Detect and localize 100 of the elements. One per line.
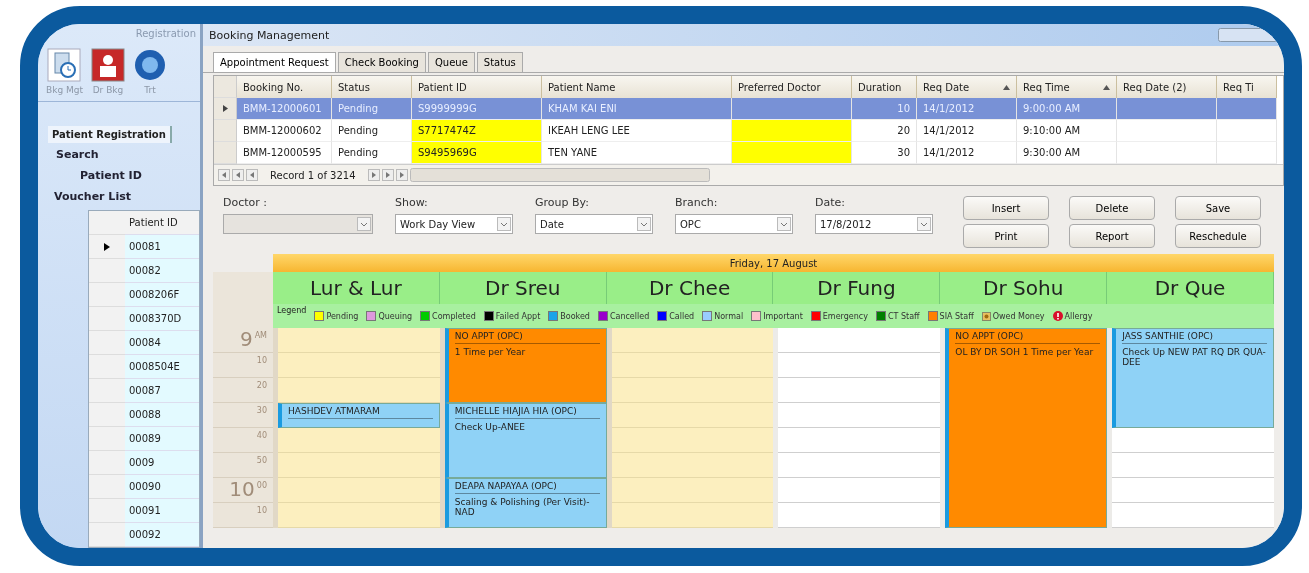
table-cell: 00088 bbox=[125, 403, 199, 427]
appointment-card[interactable]: MICHELLE HIAJIA HIA (OPC) Check Up-ANEE bbox=[444, 403, 607, 478]
appointment-note: Check Up-ANEE bbox=[454, 421, 526, 432]
table-cell: 00090 bbox=[125, 475, 199, 499]
nav-back-icon[interactable] bbox=[232, 169, 244, 181]
appointment-card[interactable]: HASHDEV ATMARAM bbox=[278, 403, 440, 428]
section-title: Search bbox=[55, 147, 100, 163]
appointment-note: 1 Time per Year bbox=[454, 346, 527, 357]
nav-forward-icon[interactable] bbox=[395, 169, 408, 181]
minute-label: 20 bbox=[256, 380, 267, 390]
hour-label: 9 bbox=[239, 328, 253, 350]
filter-label: Show: bbox=[395, 196, 429, 209]
filter-label: Date: bbox=[815, 196, 846, 209]
appointment-note: Check Up NEW PAT RQ DR QUA-DEE bbox=[1122, 346, 1267, 367]
legend-item: Cancelled bbox=[597, 311, 650, 321]
globe-icon bbox=[132, 48, 167, 82]
nav-forward-icon[interactable] bbox=[367, 169, 380, 181]
table-cell bbox=[1217, 120, 1277, 142]
table-cell: 9:00:00 AM bbox=[1017, 98, 1117, 120]
column-header[interactable]: Status bbox=[332, 76, 412, 98]
appointment-note: OL BY DR SOH 1 Time per Year bbox=[955, 346, 1095, 357]
action-button[interactable]: Reschedule bbox=[1175, 224, 1261, 248]
table-cell: 0008370D bbox=[125, 307, 199, 331]
action-button[interactable]: Print bbox=[963, 224, 1049, 248]
table-cell: S9999999G bbox=[412, 98, 542, 120]
legend-item: Completed bbox=[420, 311, 476, 321]
legend-item: Pending bbox=[314, 311, 359, 321]
tab[interactable]: Queue bbox=[427, 52, 475, 72]
legend-item: Allergy bbox=[1052, 311, 1093, 321]
table-cell: 9:30:00 AM bbox=[1017, 142, 1117, 164]
legend-item: CT Staff bbox=[875, 311, 920, 321]
tab[interactable]: Appointment Request bbox=[213, 52, 336, 72]
table-cell: BMM-12000602 bbox=[237, 120, 332, 142]
table-cell: TEN YANE bbox=[542, 142, 732, 164]
table-cell: 9:10:00 AM bbox=[1017, 120, 1117, 142]
table-cell: S9495969G bbox=[412, 142, 542, 164]
minute-label: 40 bbox=[256, 430, 267, 440]
table-cell: 20 bbox=[852, 120, 917, 142]
window-controls-icon[interactable] bbox=[1218, 28, 1278, 42]
column-header[interactable]: Req Date (2) bbox=[1117, 76, 1217, 98]
table-cell: 14/1/2012 bbox=[917, 142, 1017, 164]
doctor-column[interactable]: HASHDEV ATMARAM bbox=[273, 328, 440, 528]
table-cell: Pending bbox=[332, 120, 412, 142]
appointment-card[interactable]: JASS SANTHIE (OPC) Check Up NEW PAT RQ DR QUA-DEE bbox=[1112, 328, 1274, 428]
sort-arrow-icon bbox=[1003, 84, 1010, 90]
coin-icon bbox=[981, 311, 991, 321]
column-header[interactable]: Booking No. bbox=[237, 76, 332, 98]
row-pointer-icon bbox=[104, 242, 110, 251]
caret-icon bbox=[777, 216, 791, 232]
appointment-title: MICHELLE HIAJIA HIA (OPC) bbox=[454, 406, 600, 419]
scrollbar-icon[interactable] bbox=[409, 168, 710, 182]
action-button[interactable]: Save bbox=[1175, 196, 1261, 220]
column-header[interactable]: Req Time bbox=[1017, 76, 1117, 98]
legend-item: Failed Appt bbox=[483, 311, 541, 321]
clipboard-clock-icon bbox=[47, 48, 82, 82]
table-cell: 00091 bbox=[125, 499, 199, 523]
doctor-column[interactable] bbox=[606, 328, 774, 528]
column-header[interactable]: Patient Name bbox=[542, 76, 732, 98]
action-button[interactable]: Insert bbox=[963, 196, 1049, 220]
panel-tab[interactable]: Patient Registration bbox=[48, 126, 172, 143]
tab[interactable]: Status bbox=[476, 52, 523, 72]
row-indicator[interactable] bbox=[89, 235, 125, 259]
caret-icon bbox=[357, 216, 371, 232]
tab[interactable]: Check Booking bbox=[337, 52, 426, 72]
nav-forward-icon[interactable] bbox=[381, 169, 394, 181]
dropdown-field[interactable]: OPC bbox=[675, 214, 793, 234]
appointment-card[interactable]: DEAPA NAPAYAA (OPC) Scaling & Polishing (Per Visit)- NAD bbox=[444, 478, 607, 528]
record-counter: Record 1 of 3214 bbox=[269, 169, 357, 181]
nav-back-icon[interactable] bbox=[218, 169, 230, 181]
table-cell: 00082 bbox=[125, 259, 199, 283]
action-button[interactable]: Report bbox=[1069, 224, 1155, 248]
column-header[interactable]: Preferred Doctor bbox=[732, 76, 852, 98]
ribbon-title: Registration bbox=[134, 26, 197, 41]
table-cell: 0008206F bbox=[125, 283, 199, 307]
minute-label: 30 bbox=[256, 405, 267, 415]
legend-item: Owed Money bbox=[981, 311, 1045, 321]
filter-label: Branch: bbox=[675, 196, 719, 209]
dropdown-field[interactable]: Date bbox=[535, 214, 653, 234]
column-header[interactable]: Patient ID bbox=[412, 76, 542, 98]
appointment-title: NO APPT (OPC) bbox=[454, 331, 600, 344]
action-button[interactable]: Delete bbox=[1069, 196, 1155, 220]
column-header[interactable]: Req Ti bbox=[1217, 76, 1277, 98]
table-cell bbox=[1217, 98, 1277, 120]
nav-back-icon[interactable] bbox=[246, 169, 258, 181]
table-cell: 10 bbox=[852, 98, 917, 120]
doctor-column[interactable]: NO APPT (OPC) 1 Time per Year MICHELLE HIAJIA HIA (OPC) Check Up-ANEE DEAPA NAPAYAA (OPC) Scaling & Polishing (Per Visit)- NAD bbox=[439, 328, 607, 528]
header-corner bbox=[89, 211, 125, 235]
hour-label: 10 bbox=[229, 478, 255, 500]
sort-arrow-icon bbox=[1103, 84, 1110, 90]
dropdown-field[interactable]: Work Day View bbox=[395, 214, 513, 234]
dropdown-field[interactable]: 17/8/2012 bbox=[815, 214, 933, 234]
appointment-card[interactable]: NO APPT (OPC) 1 Time per Year bbox=[444, 328, 607, 403]
row-indicator[interactable] bbox=[214, 98, 237, 120]
legend-title: Legend bbox=[277, 306, 307, 315]
appointment-note: Scaling & Polishing (Per Visit)- NAD bbox=[454, 496, 591, 517]
table-cell: BMM-12000595 bbox=[237, 142, 332, 164]
column-header[interactable]: Duration bbox=[852, 76, 917, 98]
column-header[interactable]: Req Date bbox=[917, 76, 1017, 98]
legend-item: SIA Staff bbox=[927, 311, 974, 321]
table-cell bbox=[1217, 142, 1277, 164]
